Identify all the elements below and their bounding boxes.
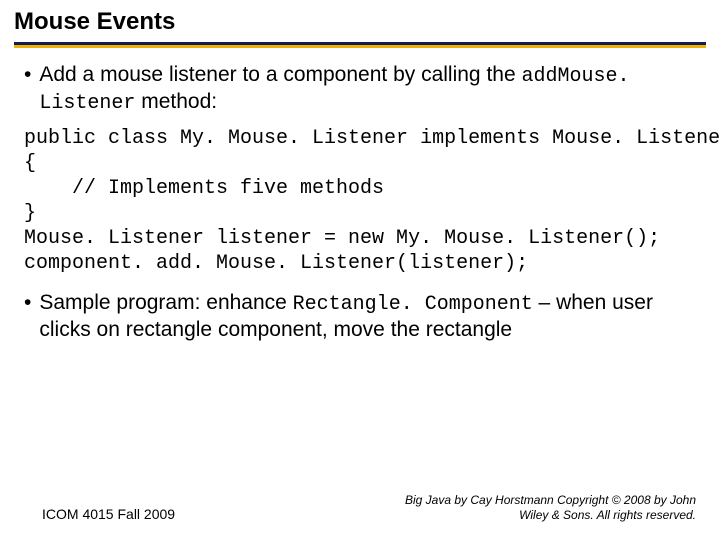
footer-right: Big Java by Cay Horstmann Copyright © 20…	[396, 493, 696, 522]
bullet-2: • Sample program: enhance Rectangle. Com…	[24, 290, 696, 343]
bullet-1-prefix: Add a mouse listener to a component by c…	[39, 63, 521, 86]
code-block: public class My. Mouse. Listener impleme…	[24, 126, 696, 276]
footer-left: ICOM 4015 Fall 2009	[42, 506, 175, 522]
content-area: • Add a mouse listener to a component by…	[0, 48, 720, 343]
slide-title: Mouse Events	[14, 8, 706, 36]
title-block: Mouse Events	[0, 0, 720, 48]
bullet-1-suffix: method:	[135, 90, 217, 113]
bullet-dot: •	[24, 290, 31, 343]
bullet-1-text: Add a mouse listener to a component by c…	[39, 62, 696, 116]
bullet-dot: •	[24, 62, 31, 116]
slide: Mouse Events • Add a mouse listener to a…	[0, 0, 720, 540]
bullet-2-code: Rectangle. Component	[293, 293, 533, 316]
footer: ICOM 4015 Fall 2009 Big Java by Cay Hors…	[0, 493, 720, 522]
bullet-1: • Add a mouse listener to a component by…	[24, 62, 696, 116]
bullet-2-prefix: Sample program: enhance	[39, 291, 292, 314]
bullet-2-text: Sample program: enhance Rectangle. Compo…	[39, 290, 696, 343]
